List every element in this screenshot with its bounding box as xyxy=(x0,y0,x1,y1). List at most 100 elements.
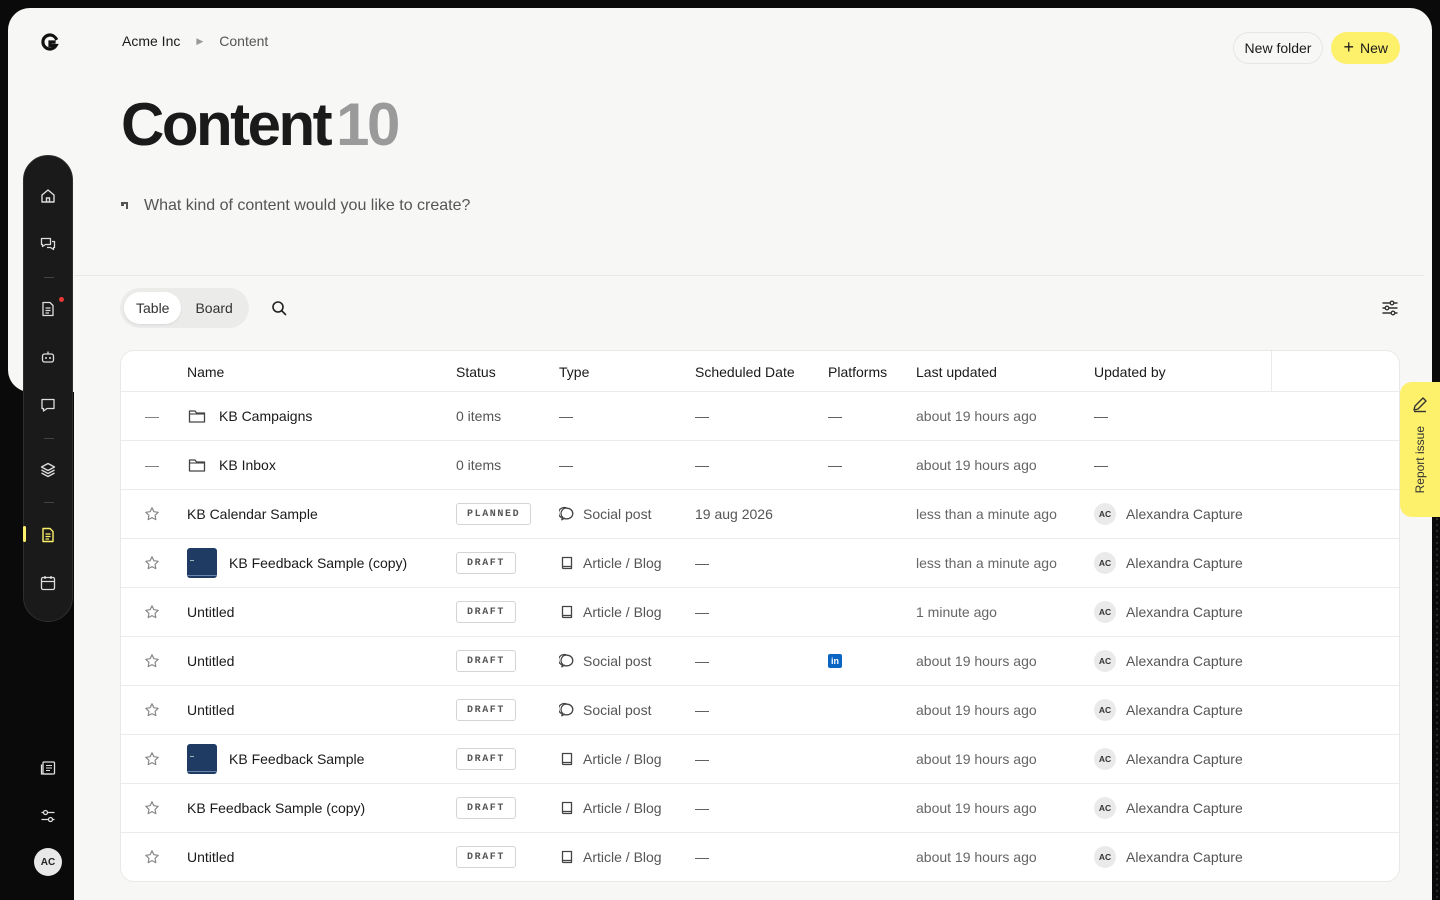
row-name[interactable]: Untitled xyxy=(187,653,234,669)
table-row[interactable]: Untitled DRAFT Article / Blog — 1 minute ago… xyxy=(121,588,1399,637)
row-updated-by: Alexandra Capture xyxy=(1126,800,1243,816)
document-icon[interactable] xyxy=(39,300,57,318)
report-issue-tab[interactable]: Report issue xyxy=(1400,382,1440,517)
row-updated-by: Alexandra Capture xyxy=(1126,555,1243,571)
collapse-dash-icon[interactable]: — xyxy=(143,441,161,489)
breadcrumb: Acme Inc ▶ Content xyxy=(122,33,268,49)
col-name[interactable]: Name xyxy=(187,364,224,380)
row-name[interactable]: Untitled xyxy=(187,604,234,620)
platforms-cell: — xyxy=(828,441,842,489)
star-icon[interactable] xyxy=(143,784,161,832)
table-row[interactable]: Untitled DRAFT Article / Blog — about 19 hou… xyxy=(121,833,1399,881)
name-cell: KB Campaigns xyxy=(187,392,312,440)
updated-by-cell: AC Alexandra Capture xyxy=(1094,784,1243,832)
search-icon[interactable] xyxy=(270,299,288,317)
row-name[interactable]: Untitled xyxy=(187,702,234,718)
platforms-cell: — xyxy=(828,392,842,440)
avatar: AC xyxy=(1094,797,1116,819)
table-row[interactable]: Untitled DRAFT Social post — in about 19 hour… xyxy=(121,637,1399,686)
type-cell: — xyxy=(559,441,573,489)
sidebar-separator xyxy=(44,438,54,439)
row-name[interactable]: KB Campaigns xyxy=(219,408,312,424)
sidebar xyxy=(23,155,73,622)
item-count: 0 items xyxy=(456,408,502,424)
star-icon[interactable] xyxy=(143,588,161,636)
updated-cell: about 19 hours ago xyxy=(916,849,1037,865)
star-icon[interactable] xyxy=(143,686,161,734)
message-icon[interactable] xyxy=(39,396,57,414)
scheduled-cell: — xyxy=(695,800,709,816)
row-type: Article / Blog xyxy=(583,849,662,865)
col-updated-by[interactable]: Updated by xyxy=(1094,364,1166,380)
content-icon[interactable] xyxy=(39,526,57,544)
home-icon[interactable] xyxy=(39,187,57,205)
robot-icon[interactable] xyxy=(39,348,57,366)
app-logo-icon[interactable] xyxy=(40,32,60,52)
star-icon[interactable] xyxy=(143,833,161,881)
col-platforms[interactable]: Platforms xyxy=(828,364,887,380)
row-updated-by: — xyxy=(1094,408,1108,424)
row-type: Article / Blog xyxy=(583,751,662,767)
star-icon[interactable] xyxy=(143,735,161,783)
sidebar-separator xyxy=(44,277,54,278)
row-name[interactable]: KB Feedback Sample (copy) xyxy=(187,800,365,816)
updated-cell: about 19 hours ago xyxy=(916,702,1037,718)
table-body: — KB Campaigns 0 items — — — about 19 hours ag… xyxy=(121,392,1399,881)
type-cell: Social post xyxy=(559,686,651,734)
sidebar-separator xyxy=(44,502,54,503)
table-row[interactable]: — KB Campaigns 0 items — — — about 19 hours ag… xyxy=(121,392,1399,441)
folder-icon xyxy=(187,455,207,475)
scheduled-cell: — xyxy=(695,604,709,620)
star-icon[interactable] xyxy=(143,539,161,587)
row-name[interactable]: Untitled xyxy=(187,849,234,865)
status-cell: DRAFT xyxy=(456,539,517,587)
create-prompt[interactable]: What kind of content would you like to c… xyxy=(120,197,470,215)
tab-board[interactable]: Board xyxy=(183,292,244,324)
name-cell: Untitled xyxy=(187,637,234,685)
star-icon[interactable] xyxy=(143,637,161,685)
new-button[interactable]: + New xyxy=(1331,32,1400,64)
table-row[interactable]: Untitled DRAFT Social post — about 19 hours … xyxy=(121,686,1399,735)
breadcrumb-org[interactable]: Acme Inc xyxy=(122,33,180,49)
calendar-icon[interactable] xyxy=(39,574,57,592)
item-count: 0 items xyxy=(456,457,502,473)
col-scheduled[interactable]: Scheduled Date xyxy=(695,364,795,380)
layers-icon[interactable] xyxy=(39,461,57,479)
row-type: — xyxy=(559,457,573,473)
star-icon[interactable] xyxy=(143,490,161,538)
view-toggle: Table Board xyxy=(120,288,249,328)
library-icon[interactable] xyxy=(39,759,57,777)
status-cell: DRAFT xyxy=(456,833,517,881)
updated-by-cell: — xyxy=(1094,441,1108,489)
chats-icon[interactable] xyxy=(39,235,57,253)
table-row[interactable]: KB Feedback Sample DRAFT Article / Blog — ab… xyxy=(121,735,1399,784)
row-name[interactable]: KB Inbox xyxy=(219,457,276,473)
status-badge: DRAFT xyxy=(456,748,517,770)
col-status[interactable]: Status xyxy=(456,364,496,380)
row-name[interactable]: KB Feedback Sample (copy) xyxy=(229,555,407,571)
col-type[interactable]: Type xyxy=(559,364,589,380)
tab-table[interactable]: Table xyxy=(124,292,182,324)
new-folder-button[interactable]: New folder xyxy=(1232,32,1324,64)
row-name[interactable]: KB Feedback Sample xyxy=(229,751,364,767)
table-row[interactable]: KB Calendar Sample PLANNED Social post 19 a… xyxy=(121,490,1399,539)
status-badge: PLANNED xyxy=(456,503,532,525)
new-button-label: New xyxy=(1359,40,1388,56)
collapse-dash-icon[interactable]: — xyxy=(143,392,161,440)
filter-settings-icon[interactable] xyxy=(1381,299,1399,317)
book-icon xyxy=(559,800,575,816)
row-type: Article / Blog xyxy=(583,800,662,816)
breadcrumb-current[interactable]: Content xyxy=(219,33,268,49)
settings-sliders-icon[interactable] xyxy=(39,807,57,825)
row-name[interactable]: KB Calendar Sample xyxy=(187,506,318,522)
pencil-icon xyxy=(1410,394,1430,414)
table-row[interactable]: KB Feedback Sample (copy) DRAFT Article / … xyxy=(121,539,1399,588)
col-updated[interactable]: Last updated xyxy=(916,364,997,380)
book-icon xyxy=(559,604,575,620)
table-row[interactable]: KB Feedback Sample (copy) DRAFT Article / … xyxy=(121,784,1399,833)
table-row[interactable]: — KB Inbox 0 items — — — about 19 hours ago — xyxy=(121,441,1399,490)
column-divider xyxy=(1271,351,1272,392)
user-avatar[interactable]: AC xyxy=(34,848,62,876)
chat-bubble-icon xyxy=(559,653,575,669)
updated-cell: about 19 hours ago xyxy=(916,408,1037,424)
